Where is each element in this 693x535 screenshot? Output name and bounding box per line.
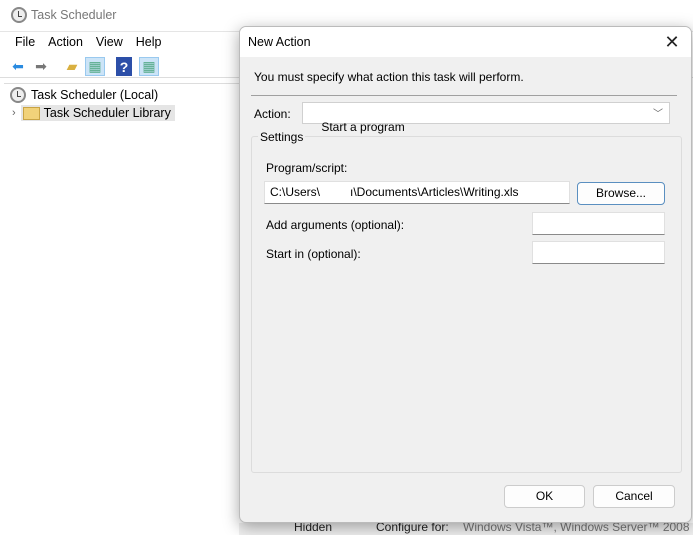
show-hide-action-pane-icon[interactable]: ▦ [139, 57, 159, 76]
browse-button[interactable]: Browse... [577, 182, 665, 205]
settings-label: Settings [258, 130, 306, 144]
action-label: Action: [254, 107, 291, 121]
up-folder-icon[interactable]: ▰ [62, 57, 82, 76]
start-in-label: Start in (optional): [266, 247, 361, 261]
menu-file[interactable]: File [0, 33, 42, 53]
action-select[interactable]: Start a program ﹀ [302, 102, 670, 134]
action-select-value: Start a program [321, 120, 405, 134]
tree-node-library[interactable]: › Task Scheduler Library [12, 104, 175, 122]
help-icon[interactable]: ? [116, 57, 132, 76]
folder-clock-icon [22, 106, 40, 120]
task-properties-strip: Hidden Configure for: Windows Vista™, Wi… [239, 523, 693, 535]
program-script-label: Program/script: [266, 161, 348, 175]
show-hide-console-tree-icon[interactable]: ▦ [85, 57, 105, 76]
menu-bar: File Action View Help [0, 33, 169, 53]
arguments-label: Add arguments (optional): [266, 218, 405, 232]
dialog-title-bar: New Action ✕ [240, 27, 691, 57]
ok-button[interactable]: OK [504, 485, 585, 508]
close-icon[interactable]: ✕ [661, 31, 683, 53]
dialog-title: New Action [248, 35, 311, 49]
chevron-down-icon: ﹀ [653, 109, 663, 120]
tree-node-local[interactable]: Task Scheduler (Local) [10, 86, 158, 104]
menu-help[interactable]: Help [130, 33, 169, 53]
console-tree: Task Scheduler (Local) › Task Scheduler … [4, 83, 244, 535]
new-action-dialog: New Action ✕ You must specify what actio… [239, 26, 692, 523]
clock-icon [10, 87, 26, 103]
configure-for-label: Configure for: [376, 523, 449, 534]
instruction-text: You must specify what action this task w… [254, 70, 524, 84]
hidden-label: Hidden [294, 523, 333, 534]
cancel-button[interactable]: Cancel [593, 485, 675, 508]
menu-view[interactable]: View [90, 33, 130, 53]
configure-for-value: Windows Vista™, Windows Server™ 2008 [463, 523, 690, 534]
app-title: Task Scheduler [31, 8, 117, 22]
forward-arrow-icon[interactable]: ➡ [31, 57, 51, 76]
tree-node-label: Task Scheduler (Local) [31, 88, 159, 102]
task-scheduler-icon [11, 7, 27, 23]
tree-node-label: Task Scheduler Library [43, 106, 171, 120]
menu-action[interactable]: Action [42, 33, 90, 53]
divider [251, 95, 677, 96]
program-script-input[interactable]: C:\Users\ ı\Documents\Articles\Writing.x… [264, 181, 570, 204]
chevron-right-icon[interactable]: › [12, 107, 16, 119]
arguments-input[interactable] [532, 212, 665, 235]
start-in-input[interactable] [532, 241, 665, 264]
back-arrow-icon[interactable]: ⬅ [8, 57, 28, 76]
